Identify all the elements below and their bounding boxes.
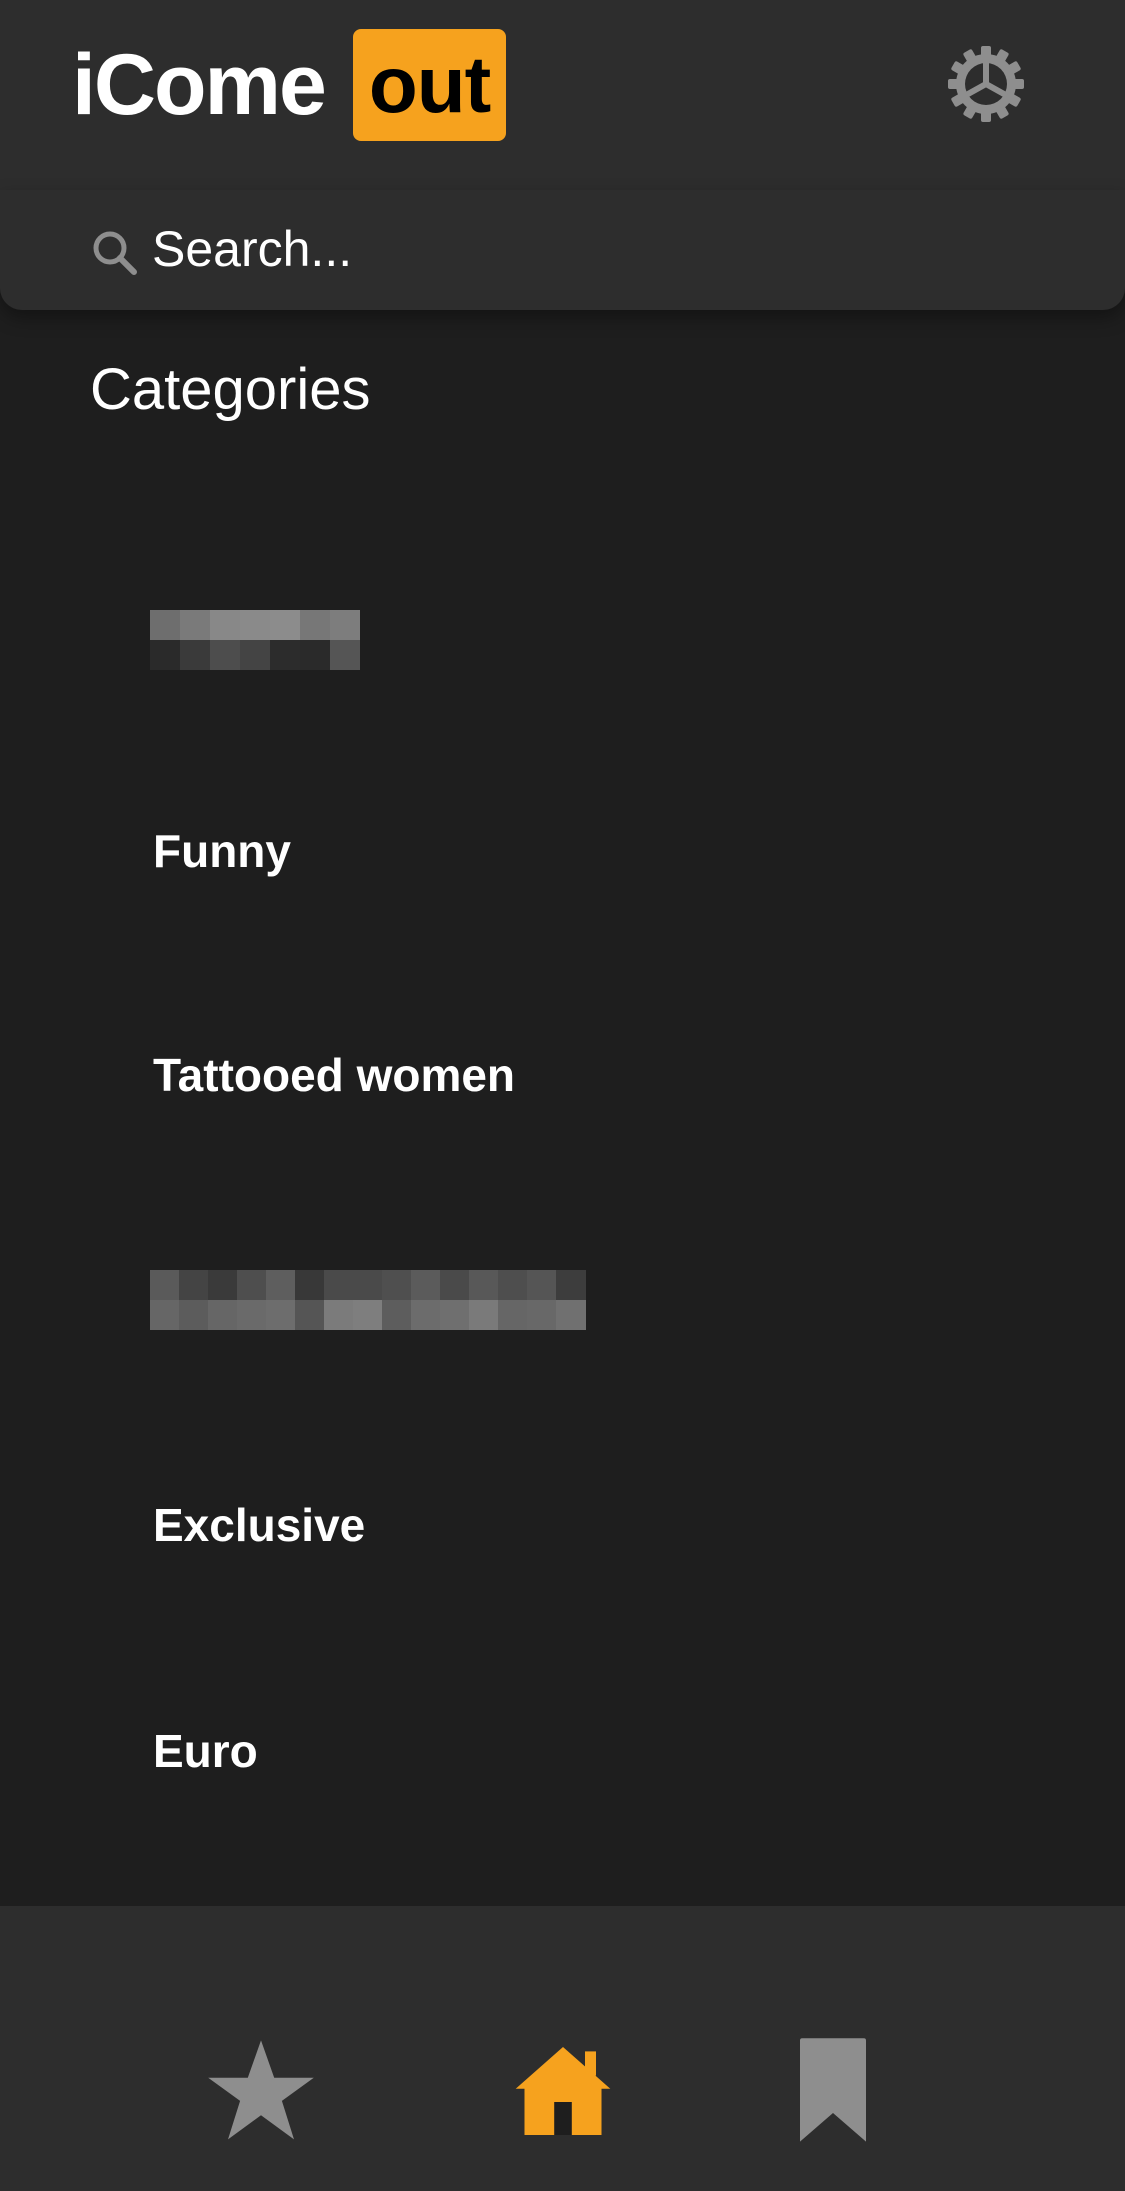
gear-icon: [948, 46, 1024, 122]
tab-favorites[interactable]: [206, 2036, 316, 2146]
tab-bookmarks[interactable]: [778, 2036, 888, 2146]
logo-text: iCome: [72, 36, 327, 133]
category-item[interactable]: Exclusive: [153, 1498, 365, 1552]
search-input[interactable]: Search...: [152, 220, 352, 278]
tab-home[interactable]: [508, 2036, 618, 2146]
search-bar[interactable]: Search...: [0, 190, 1125, 310]
category-item[interactable]: Funny: [153, 824, 291, 878]
home-icon: [515, 2047, 611, 2135]
logo-badge: out: [352, 29, 507, 141]
categories-heading: Categories: [90, 357, 371, 422]
category-item[interactable]: Euro: [153, 1724, 258, 1778]
app-header: iCome out: [0, 0, 1125, 190]
bookmark-icon: [800, 2038, 866, 2142]
category-item-obscured[interactable]: [150, 1270, 586, 1330]
star-icon: [208, 2040, 314, 2140]
category-item[interactable]: Tattooed women: [153, 1048, 515, 1102]
search-icon: [93, 231, 137, 275]
app-logo[interactable]: iCome out: [72, 28, 507, 142]
category-item-obscured[interactable]: [150, 610, 360, 670]
settings-button[interactable]: [946, 44, 1026, 124]
